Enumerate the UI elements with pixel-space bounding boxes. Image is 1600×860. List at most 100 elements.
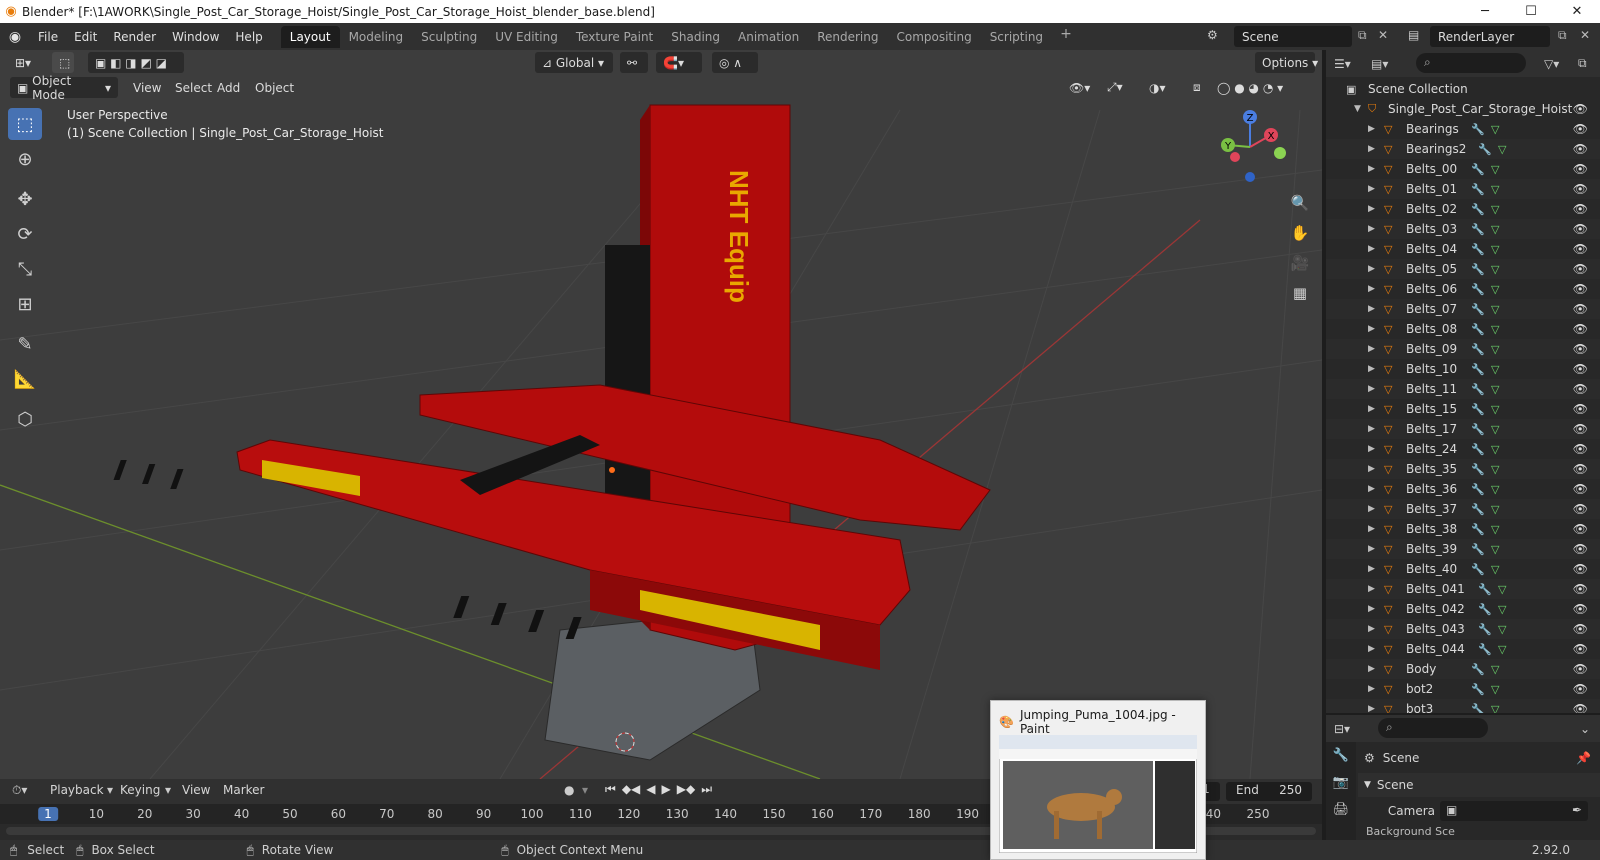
outliner-object-row[interactable]: ▶ ▽ Belts_041 🔧 ▽ 👁 <box>1326 579 1600 599</box>
shading-mode-icons[interactable]: ◯ ● ◕ ◔ ▾ <box>1210 77 1290 98</box>
modifier-wrench-icon[interactable]: 🔧 <box>1478 603 1492 616</box>
modifier-wrench-icon[interactable]: 🔧 <box>1471 303 1485 316</box>
modifier-wrench-icon[interactable]: 🔧 <box>1471 343 1485 356</box>
tab-animation[interactable]: Animation <box>729 26 808 48</box>
expand-arrow-icon[interactable]: ▶ <box>1368 624 1375 634</box>
modifier-wrench-icon[interactable]: 🔧 <box>1471 443 1485 456</box>
modifier-wrench-icon[interactable]: 🔧 <box>1471 663 1485 676</box>
expand-arrow-icon[interactable]: ▶ <box>1368 204 1375 214</box>
visibility-eye-icon[interactable]: 👁 <box>1573 322 1588 336</box>
visibility-eye-icon[interactable]: 👁 <box>1573 462 1588 476</box>
mesh-data-icon[interactable]: ▽ <box>1491 263 1499 276</box>
timeline-menu-playback[interactable]: Playback <box>50 783 104 797</box>
eyedropper-icon[interactable]: ✒ <box>1572 803 1582 817</box>
mesh-data-icon[interactable]: ▽ <box>1491 343 1499 356</box>
modifier-wrench-icon[interactable]: 🔧 <box>1478 143 1492 156</box>
transform-tool-icon[interactable]: ⊞ <box>8 288 42 320</box>
properties-editor-icon[interactable]: ⊟▾ <box>1334 722 1350 736</box>
menu-help[interactable]: Help <box>227 30 270 44</box>
modifier-wrench-icon[interactable]: 🔧 <box>1471 243 1485 256</box>
outliner-object-row[interactable]: ▶ ▽ Belts_00 🔧 ▽ 👁 <box>1326 159 1600 179</box>
modifier-wrench-icon[interactable]: 🔧 <box>1471 323 1485 336</box>
outliner-object-row[interactable]: ▶ ▽ Belts_40 🔧 ▽ 👁 <box>1326 559 1600 579</box>
expand-arrow-icon[interactable]: ▶ <box>1368 384 1375 394</box>
outliner-object-row[interactable]: ▶ ▽ Belts_044 🔧 ▽ 👁 <box>1326 639 1600 659</box>
mesh-data-icon[interactable]: ▽ <box>1491 503 1499 516</box>
visibility-eye-icon[interactable]: 👁 <box>1573 482 1588 496</box>
mesh-data-icon[interactable]: ▽ <box>1491 703 1499 714</box>
outliner-object-row[interactable]: ▶ ▽ Belts_07 🔧 ▽ 👁 <box>1326 299 1600 319</box>
outliner-search-input[interactable]: ⌕ <box>1416 53 1526 73</box>
3d-viewport[interactable]: NHT Equip ⊞▾ ⬚ ▣ ◧ ◨ ◩ ◪ ⊿ Global ▾ ⚯ 🧲▾… <box>0 50 1322 779</box>
properties-search-input[interactable]: ⌕ <box>1378 718 1488 738</box>
visibility-eye-icon[interactable]: 👁 <box>1573 582 1588 596</box>
paint-window-preview[interactable]: 🎨 Jumping_Puma_1004.jpg - Paint <box>990 700 1206 860</box>
outliner-object-row[interactable]: ▶ ▽ Belts_042 🔧 ▽ 👁 <box>1326 599 1600 619</box>
modifier-wrench-icon[interactable]: 🔧 <box>1471 283 1485 296</box>
record-keyframe-icon[interactable]: ● <box>564 783 574 797</box>
mesh-data-icon[interactable]: ▽ <box>1498 583 1506 596</box>
jump-end-icon[interactable]: ⏭ <box>701 782 712 797</box>
camera-view-icon[interactable]: 🎥 <box>1287 250 1313 276</box>
mesh-data-icon[interactable]: ▽ <box>1491 463 1499 476</box>
modifier-wrench-icon[interactable]: 🔧 <box>1471 163 1485 176</box>
editor-type-icon[interactable]: ⊞▾ <box>8 52 42 73</box>
mesh-data-icon[interactable]: ▽ <box>1491 443 1499 456</box>
visibility-eye-icon[interactable]: 👁 <box>1573 302 1588 316</box>
outliner-object-row[interactable]: ▶ ▽ Belts_35 🔧 ▽ 👁 <box>1326 459 1600 479</box>
outliner-object-row[interactable]: ▶ ▽ Bearings2 🔧 ▽ 👁 <box>1326 139 1600 159</box>
outliner-object-row[interactable]: ▶ ▽ Belts_01 🔧 ▽ 👁 <box>1326 179 1600 199</box>
tab-uv-editing[interactable]: UV Editing <box>486 26 567 48</box>
render-properties-icon[interactable]: 📷 <box>1326 769 1356 796</box>
expand-arrow-icon[interactable]: ▶ <box>1368 404 1375 414</box>
jump-start-icon[interactable]: ⏮ <box>605 782 616 797</box>
timeline-menu-view[interactable]: View <box>182 783 210 797</box>
pivot-icon[interactable]: ⚯ <box>620 52 648 73</box>
expand-arrow-icon[interactable]: ▶ <box>1368 684 1375 694</box>
modifier-wrench-icon[interactable]: 🔧 <box>1471 383 1485 396</box>
mesh-data-icon[interactable]: ▽ <box>1491 223 1499 236</box>
pin-icon[interactable]: 📌 <box>1576 751 1591 765</box>
modifier-wrench-icon[interactable]: 🔧 <box>1471 703 1485 714</box>
visibility-eye-icon[interactable]: 👁 <box>1573 162 1588 176</box>
close-window-button[interactable]: ✕ <box>1554 0 1600 23</box>
selection-mode-icons[interactable]: ▣ ◧ ◨ ◩ ◪ <box>88 52 184 73</box>
expand-arrow-icon[interactable]: ▶ <box>1368 184 1375 194</box>
proportional-edit-icon[interactable]: ◎ ∧ <box>712 52 758 73</box>
expand-arrow-icon[interactable]: ▶ <box>1368 324 1375 334</box>
tab-sculpting[interactable]: Sculpting <box>412 26 486 48</box>
viewport-menu-add[interactable]: Add <box>210 77 247 98</box>
expand-arrow-icon[interactable]: ▶ <box>1368 584 1375 594</box>
outliner-collection-row[interactable]: ▼ ⛉ Single_Post_Car_Storage_Hoist 👁 <box>1326 99 1600 119</box>
expand-arrow-icon[interactable]: ▶ <box>1368 524 1375 534</box>
outliner-object-row[interactable]: ▶ ▽ Belts_09 🔧 ▽ 👁 <box>1326 339 1600 359</box>
expand-arrow-icon[interactable]: ▶ <box>1368 464 1375 474</box>
chevron-down-icon[interactable]: ⌄ <box>1580 722 1590 736</box>
mesh-data-icon[interactable]: ▽ <box>1491 163 1499 176</box>
expand-arrow-icon[interactable]: ▶ <box>1368 504 1375 514</box>
expand-arrow-icon[interactable]: ▶ <box>1368 364 1375 374</box>
expand-arrow-icon[interactable]: ▶ <box>1368 344 1375 354</box>
mesh-data-icon[interactable]: ▽ <box>1491 183 1499 196</box>
outliner-scene-collection[interactable]: ▣ Scene Collection <box>1326 79 1600 99</box>
visibility-eye-icon[interactable]: 👁 <box>1573 622 1588 636</box>
visibility-eye-icon[interactable]: 👁 <box>1573 602 1588 616</box>
minimize-button[interactable]: ─ <box>1462 0 1508 23</box>
timeline-menu-marker[interactable]: Marker <box>223 783 264 797</box>
options-dropdown[interactable]: Options ▾ <box>1255 52 1318 73</box>
expand-arrow-icon[interactable]: ▶ <box>1368 284 1375 294</box>
visibility-eye-icon[interactable]: 👁 <box>1573 262 1588 276</box>
expand-arrow-icon[interactable]: ▶ <box>1368 124 1375 134</box>
play-icon[interactable]: ▶ <box>662 782 671 797</box>
tab-modeling[interactable]: Modeling <box>340 26 413 48</box>
mesh-data-icon[interactable]: ▽ <box>1498 623 1506 636</box>
expand-arrow-icon[interactable]: ▶ <box>1368 444 1375 454</box>
outliner-object-row[interactable]: ▶ ▽ Belts_02 🔧 ▽ 👁 <box>1326 199 1600 219</box>
select-tool-icon[interactable]: ⬚ <box>52 52 74 73</box>
modifier-wrench-icon[interactable]: 🔧 <box>1471 423 1485 436</box>
outliner-object-row[interactable]: ▶ ▽ Belts_15 🔧 ▽ 👁 <box>1326 399 1600 419</box>
view-layer-selector[interactable]: RenderLayer <box>1430 26 1550 47</box>
outliner-object-row[interactable]: ▶ ▽ Belts_08 🔧 ▽ 👁 <box>1326 319 1600 339</box>
mesh-data-icon[interactable]: ▽ <box>1491 123 1499 136</box>
modifier-wrench-icon[interactable]: 🔧 <box>1471 223 1485 236</box>
